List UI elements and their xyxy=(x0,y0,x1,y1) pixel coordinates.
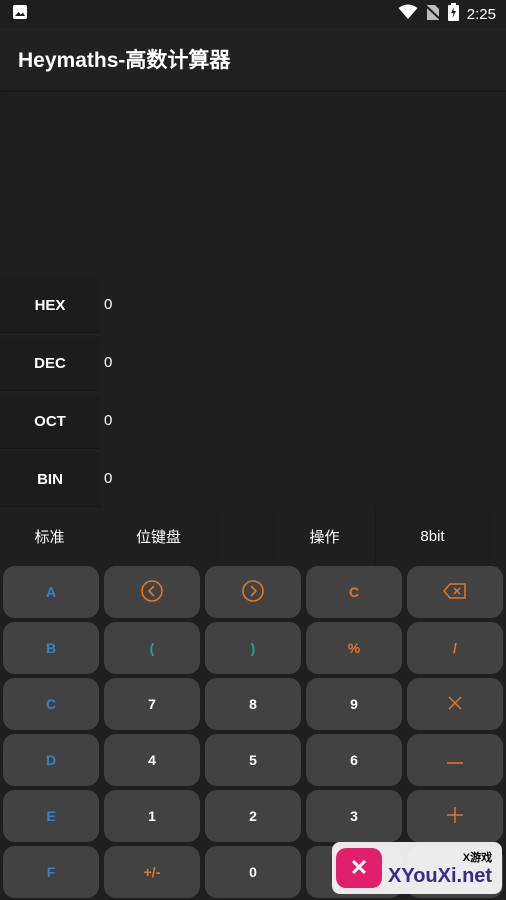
tab-standard[interactable]: 标准 xyxy=(0,508,100,564)
backspace-icon xyxy=(443,582,467,602)
watermark-small-text: X游戏 xyxy=(462,851,493,864)
left-arrow-icon xyxy=(140,579,164,606)
plus-icon xyxy=(447,806,463,826)
key-f[interactable]: F xyxy=(3,846,99,898)
battery-charging-icon xyxy=(447,2,459,26)
watermark-site-text: XYouXi.net xyxy=(388,864,493,887)
expression-display xyxy=(0,92,506,278)
base-value-hex: 0 xyxy=(104,295,113,313)
key-open-paren[interactable]: ( xyxy=(104,622,200,674)
base-row-hex[interactable]: HEX 0 xyxy=(0,278,506,334)
key-divide[interactable]: / xyxy=(407,622,503,674)
key-9[interactable]: 9 xyxy=(306,678,402,730)
key-8[interactable]: 8 xyxy=(205,678,301,730)
base-row-oct[interactable]: OCT 0 xyxy=(0,394,506,450)
key-negate[interactable]: +/- xyxy=(104,846,200,898)
key-b[interactable]: B xyxy=(3,622,99,674)
mode-tabs: 标准 位键盘 操作 8bit xyxy=(0,508,506,564)
key-0[interactable]: 0 xyxy=(205,846,301,898)
tab-operations[interactable]: 操作 xyxy=(274,508,376,564)
key-1[interactable]: 1 xyxy=(104,790,200,842)
status-bar: 2:25 xyxy=(0,0,506,28)
no-sim-icon xyxy=(425,3,441,26)
wifi-icon xyxy=(398,4,418,25)
key-e[interactable]: E xyxy=(3,790,99,842)
base-label-bin[interactable]: BIN xyxy=(0,453,100,507)
key-backspace[interactable] xyxy=(407,566,503,618)
base-row-bin[interactable]: BIN 0 xyxy=(0,452,506,508)
key-7[interactable]: 7 xyxy=(104,678,200,730)
key-multiply[interactable] xyxy=(407,678,503,730)
base-value-dec: 0 xyxy=(104,353,113,371)
base-label-oct[interactable]: OCT xyxy=(0,395,100,449)
key-a[interactable]: A xyxy=(3,566,99,618)
key-6[interactable]: 6 xyxy=(306,734,402,786)
key-right[interactable] xyxy=(205,566,301,618)
watermark: ✕ X游戏 XYouXi.net xyxy=(332,842,502,894)
image-icon xyxy=(12,4,28,25)
multiply-icon xyxy=(447,695,463,714)
key-close-paren[interactable]: ) xyxy=(205,622,301,674)
right-arrow-icon xyxy=(241,579,265,606)
key-left[interactable] xyxy=(104,566,200,618)
tab-bit-keypad[interactable]: 位键盘 xyxy=(100,508,218,564)
base-label-dec[interactable]: DEC xyxy=(0,337,100,391)
key-2[interactable]: 2 xyxy=(205,790,301,842)
key-d[interactable]: D xyxy=(3,734,99,786)
minus-icon xyxy=(447,752,463,768)
key-5[interactable]: 5 xyxy=(205,734,301,786)
tab-word-size[interactable]: 8bit xyxy=(376,508,490,564)
status-time: 2:25 xyxy=(466,5,496,23)
key-clear[interactable]: C xyxy=(306,566,402,618)
key-percent[interactable]: % xyxy=(306,622,402,674)
key-4[interactable]: 4 xyxy=(104,734,200,786)
key-minus[interactable] xyxy=(407,734,503,786)
base-value-oct: 0 xyxy=(104,411,113,429)
app-title: Heymaths-高数计算器 xyxy=(18,49,231,72)
app-bar: Heymaths-高数计算器 xyxy=(0,28,506,90)
tab-blank[interactable] xyxy=(218,508,274,564)
key-c-hex[interactable]: C xyxy=(3,678,99,730)
base-value-bin: 0 xyxy=(104,469,113,487)
base-label-hex[interactable]: HEX xyxy=(0,279,100,333)
key-3[interactable]: 3 xyxy=(306,790,402,842)
gamepad-logo-icon: ✕ xyxy=(336,848,382,888)
base-row-dec[interactable]: DEC 0 xyxy=(0,336,506,392)
key-plus[interactable] xyxy=(407,790,503,842)
